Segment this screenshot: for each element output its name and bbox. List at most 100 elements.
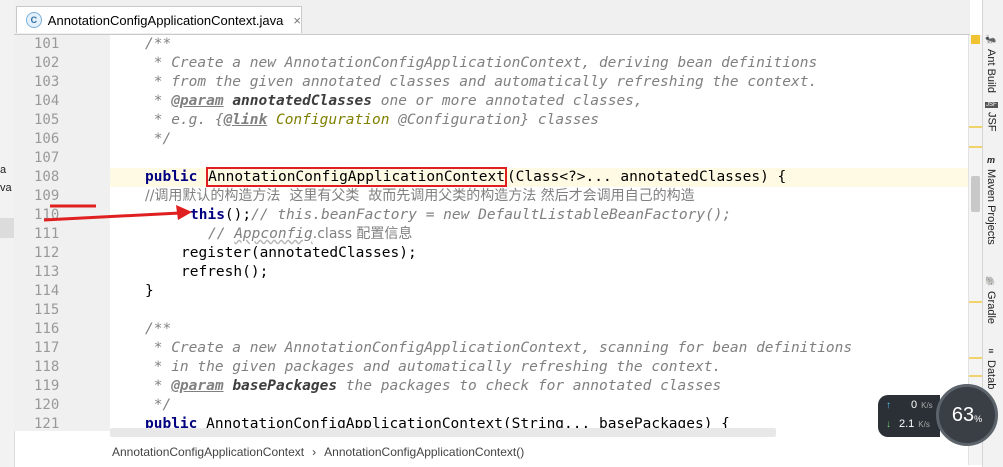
tool-window-label: Ant Build: [985, 49, 997, 94]
code-line: public AnnotationConfigApplicationContex…: [145, 167, 787, 187]
line-number: 118: [34, 359, 60, 375]
code-token: Appconfig: [234, 226, 313, 242]
tool-window-label: JSF: [985, 112, 998, 132]
upload-unit: K/s: [921, 400, 933, 410]
line-number: 121: [34, 416, 60, 432]
code-line: * @param annotatedClasses one or more an…: [145, 92, 643, 111]
code-token: *: [145, 93, 172, 109]
download-unit: K/s: [918, 419, 930, 429]
editor-tab[interactable]: C AnnotationConfigApplicationContext.jav…: [16, 6, 302, 33]
code-line: }: [145, 283, 154, 299]
code-line: * Create a new AnnotationConfigApplicati…: [145, 55, 818, 71]
horizontal-scrollbar[interactable]: [110, 428, 776, 437]
chinese-comment: //调用默认的构造方法 这里有父类 故而先调用父类的构造方法 然后才会调用自己的…: [145, 188, 695, 204]
line-number: 112: [34, 245, 60, 261]
highlighted-constructor-name[interactable]: AnnotationConfigApplicationContext: [206, 167, 507, 187]
tab-file-name: AnnotationConfigApplicationContext.java: [47, 12, 284, 28]
code-line: // Appconfig.class 配置信息: [208, 225, 412, 244]
project-item-fragment[interactable]: a: [0, 164, 6, 176]
tool-window-label: Maven Projects: [985, 169, 997, 245]
code-line: * Create a new AnnotationConfigApplicati…: [145, 340, 853, 356]
code-line: */: [145, 131, 172, 147]
tool-window-label: Gradle: [985, 291, 997, 325]
jsf-icon: JSF: [985, 102, 998, 108]
class-reference[interactable]: Configuration: [276, 112, 390, 128]
code-token: * e.g. {: [145, 112, 224, 128]
breadcrumb-class[interactable]: AnnotationConfigApplicationContext: [112, 445, 304, 459]
code-token: .class 配置信息: [312, 226, 413, 242]
project-item-fragment[interactable]: va: [0, 182, 12, 194]
scroll-marker: [969, 146, 983, 148]
tool-window-maven[interactable]: m Maven Projects: [985, 155, 997, 245]
close-tab-icon[interactable]: ×: [293, 13, 301, 28]
download-arrow-icon: ↓: [886, 418, 891, 430]
code-line: /**: [145, 321, 172, 337]
scroll-marker: [969, 375, 983, 377]
line-number: 104: [34, 93, 60, 109]
breadcrumb-method[interactable]: AnnotationConfigApplicationContext(): [324, 445, 524, 459]
code-line: * from the given annotated classes and a…: [145, 74, 818, 90]
line-number-gutter: 101 102 103 104 105 106 107 108 109 110 …: [14, 35, 127, 432]
code-line: * @param basePackages the packages to ch…: [145, 377, 721, 396]
code-token: (Class<?>... annotatedClasses) {: [506, 169, 787, 185]
project-panel-strip: a va: [0, 0, 15, 467]
code-editor[interactable]: /** * Create a new AnnotationConfigAppli…: [110, 35, 968, 431]
line-number: 114: [34, 283, 60, 299]
network-monitor[interactable]: ↑ 0 K/s ↓ 2.1 K/s: [878, 395, 940, 437]
selected-row-highlight: [0, 218, 14, 238]
editor-tab-bar: C AnnotationConfigApplicationContext.jav…: [14, 0, 970, 35]
javadoc-tag: @link: [223, 112, 268, 128]
line-number: 120: [34, 397, 60, 413]
code-line: * in the given packages and automaticall…: [145, 359, 722, 375]
download-speed: 2.1: [899, 418, 915, 430]
line-number: 103: [34, 74, 60, 90]
code-line: */: [145, 397, 172, 413]
line-number: 105: [34, 112, 60, 128]
code-line: /**: [145, 36, 172, 52]
memory-usage-gauge[interactable]: 63 %: [936, 384, 998, 446]
code-token: the packages to check for annotated clas…: [337, 378, 722, 394]
line-number: 113: [34, 264, 60, 280]
line-number: 115: [34, 302, 60, 318]
tool-window-ant-build[interactable]: 🐜 Ant Build: [985, 34, 997, 93]
breadcrumb-separator: ›: [312, 445, 317, 459]
javadoc-param: annotatedClasses: [232, 93, 373, 109]
line-number: 106: [34, 131, 60, 147]
upload-speed: 0: [911, 399, 918, 411]
breadcrumb: AnnotationConfigApplicationContext › Ann…: [110, 440, 970, 464]
maven-icon: m: [987, 155, 996, 165]
code-token: one or more annotated classes,: [372, 93, 643, 109]
code-comment: // this.beanFactory = new DefaultListabl…: [251, 207, 732, 223]
tool-window-gradle[interactable]: 🐘 Gradle: [985, 276, 997, 324]
keyword: public: [145, 169, 198, 185]
javadoc-param: basePackages: [232, 378, 338, 394]
line-number: 101: [34, 36, 60, 52]
scroll-thumb[interactable]: [971, 176, 980, 212]
line-number: 108: [34, 169, 60, 185]
code-token: *: [145, 378, 172, 394]
scroll-marker: [969, 126, 983, 128]
line-number: 107: [34, 150, 60, 166]
code-token: //: [208, 226, 235, 242]
code-token: ();: [224, 207, 252, 223]
javadoc-tag: @param: [171, 93, 224, 109]
line-number: 119: [34, 378, 60, 394]
code-token: @Configuration} classes: [389, 112, 599, 128]
code-line: register(annotatedClasses);: [181, 245, 417, 261]
tool-window-label: Datab: [985, 360, 997, 390]
line-number: 116: [34, 321, 60, 337]
java-class-icon: C: [26, 12, 42, 28]
code-line: * e.g. {@link Configuration @Configurati…: [145, 111, 599, 130]
tool-window-jsf[interactable]: JSF JSF: [985, 102, 998, 132]
gradle-icon: 🐘: [985, 276, 997, 286]
ant-icon: 🐜: [985, 34, 997, 44]
javadoc-tag: @param: [171, 378, 224, 394]
line-number: 102: [34, 55, 60, 71]
upload-arrow-icon: ↑: [886, 399, 891, 411]
usage-percent: 63: [951, 403, 975, 426]
scroll-marker: [969, 357, 983, 359]
tool-window-database[interactable]: ≡ Datab: [985, 346, 997, 389]
inspection-status-icon[interactable]: [971, 35, 980, 44]
usage-percent-sign: %: [974, 414, 983, 424]
